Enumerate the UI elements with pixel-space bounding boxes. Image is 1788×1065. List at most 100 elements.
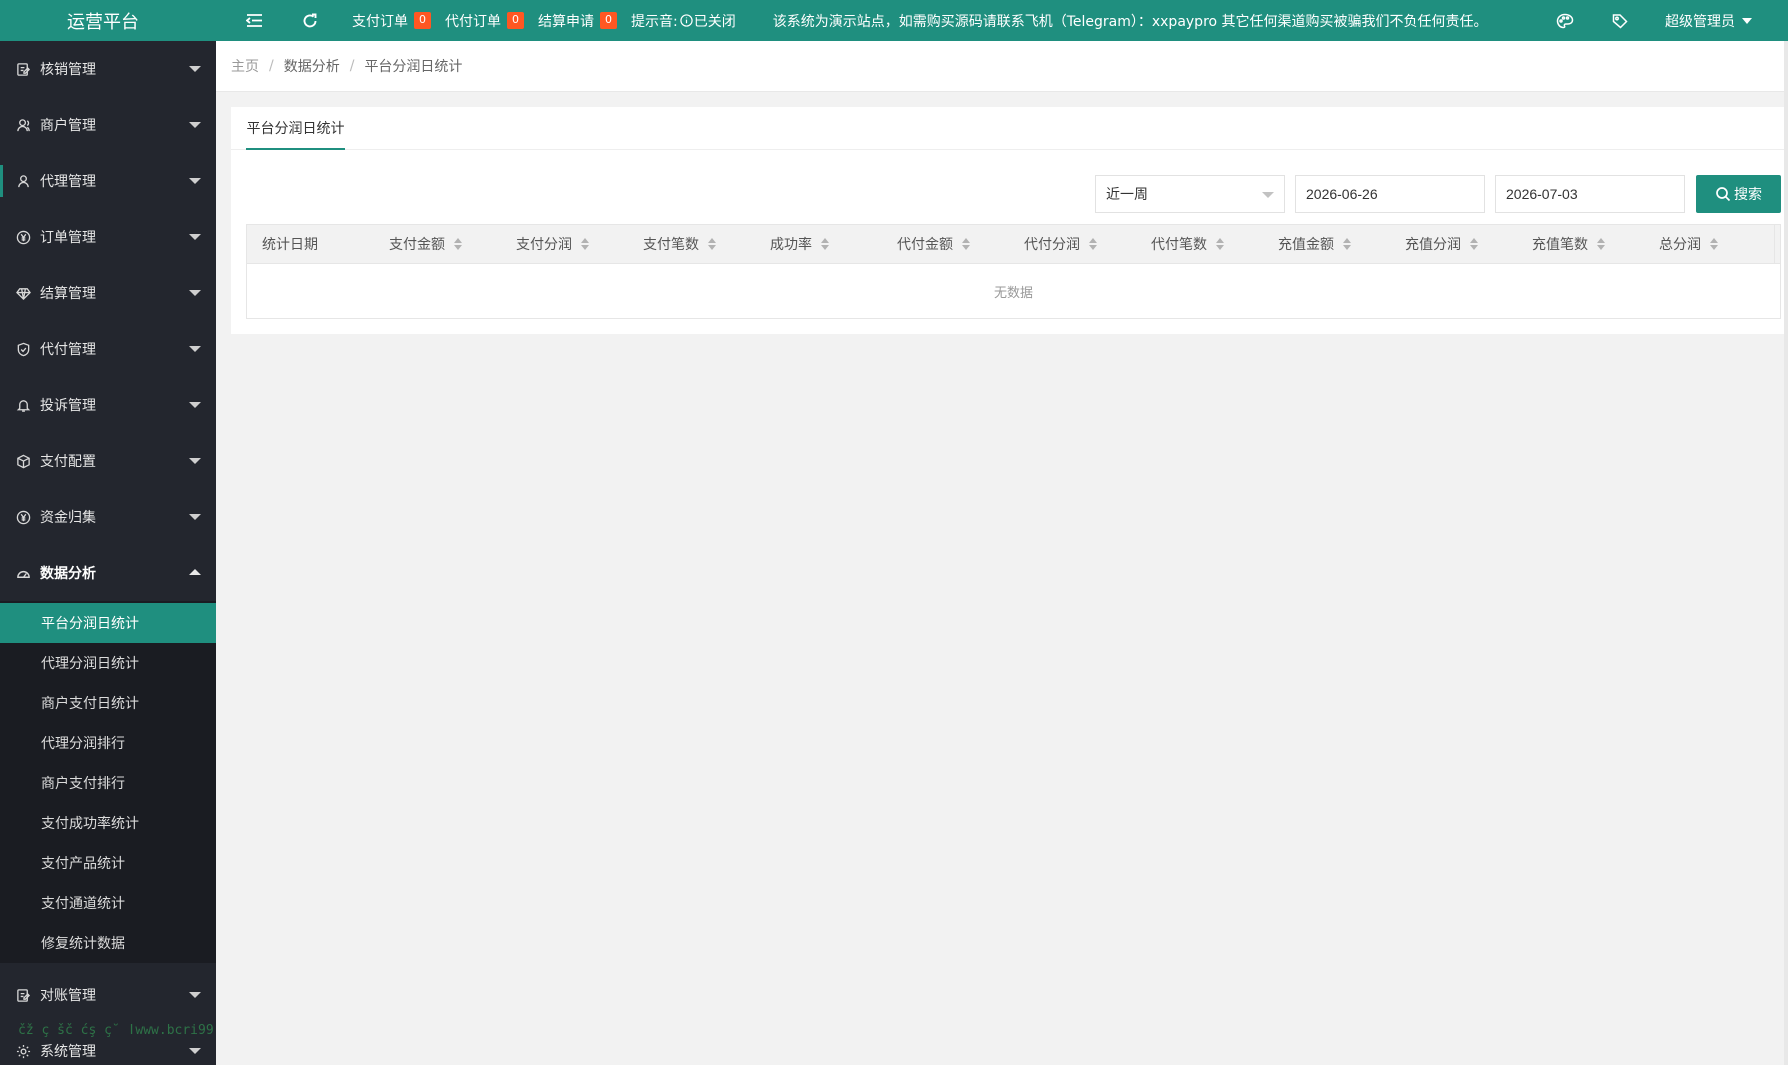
sidebar-item-reconciliation[interactable]: 对账管理: [0, 967, 216, 1023]
sidebar-menu: 核销管理 商户管理 代理管理 订单管理 结算管理 代付管理 投诉管理 支付配置 …: [0, 41, 216, 601]
column-header[interactable]: 充值金额: [1263, 234, 1390, 254]
column-header-label: 统计日期: [262, 237, 318, 253]
chevron-down-icon: [189, 402, 201, 408]
submenu-item-agent-profit-daily[interactable]: 代理分润日统计: [0, 643, 216, 683]
column-header-label: 支付笔数: [643, 237, 699, 253]
breadcrumb-data-analysis[interactable]: 数据分析: [284, 56, 340, 76]
sidebar-item-settlement[interactable]: 结算管理: [0, 265, 216, 321]
chevron-down-icon: [189, 122, 201, 128]
column-header-label: 代付笔数: [1151, 237, 1207, 253]
chevron-up-icon: [189, 569, 201, 575]
data-analysis-submenu: 平台分润日统计 代理分润日统计 商户支付日统计 代理分润排行 商户支付排行 支付…: [0, 601, 216, 963]
sort-icon[interactable]: [1343, 238, 1351, 250]
column-header[interactable]: 充值笔数: [1517, 234, 1644, 254]
sidebar-item-payout[interactable]: 代付管理: [0, 321, 216, 377]
platform-logo[interactable]: 运营平台: [0, 0, 216, 41]
sidebar-item-data-analysis[interactable]: 数据分析: [0, 545, 216, 601]
breadcrumb: 主页 / 数据分析 / 平台分润日统计: [216, 41, 1788, 92]
sidebar-item-label: 投诉管理: [40, 398, 96, 414]
chevron-down-icon: [189, 66, 201, 72]
chevron-down-icon: [189, 458, 201, 464]
sort-icon[interactable]: [1216, 238, 1224, 250]
admin-name: 超级管理员: [1665, 13, 1735, 30]
submenu-item-agent-profit-rank[interactable]: 代理分润排行: [0, 723, 216, 763]
diamond-icon: [14, 284, 32, 302]
sort-icon[interactable]: [454, 238, 462, 250]
page-scrollbar[interactable]: [1784, 41, 1788, 1065]
sort-icon[interactable]: [581, 238, 589, 250]
column-header[interactable]: 总分润: [1644, 234, 1771, 254]
column-header[interactable]: 支付金额: [374, 234, 501, 254]
submenu-item-channel-stats[interactable]: 支付通道统计: [0, 883, 216, 923]
column-header[interactable]: 代付笔数: [1136, 234, 1263, 254]
tag-icon[interactable]: [1612, 13, 1628, 29]
sort-icon[interactable]: [821, 238, 829, 250]
sound-label: 提示音:: [631, 13, 678, 30]
sidebar-item-pay-config[interactable]: 支付配置: [0, 433, 216, 489]
range-select[interactable]: 近一周: [1095, 175, 1285, 213]
sidebar-item-complaints[interactable]: 投诉管理: [0, 377, 216, 433]
range-select-value: 近一周: [1106, 187, 1148, 203]
sound-toggle[interactable]: 提示音: 已关闭: [631, 11, 736, 31]
chevron-down-icon: [189, 514, 201, 520]
edit-doc-icon: [14, 60, 32, 78]
column-header[interactable]: 充值分润: [1390, 234, 1517, 254]
pay-orders-label: 支付订单: [352, 13, 408, 30]
refresh-icon[interactable]: [302, 13, 318, 29]
sort-icon[interactable]: [1597, 238, 1605, 250]
settle-request-link[interactable]: 结算申请 0: [538, 11, 617, 31]
sidebar-item-verification[interactable]: 核销管理: [0, 41, 216, 97]
column-header-label: 充值金额: [1278, 237, 1334, 253]
column-header-label: 支付金额: [389, 237, 445, 253]
breadcrumb-separator: /: [349, 58, 355, 74]
sidebar-item-fund-collection[interactable]: 资金归集: [0, 489, 216, 545]
sort-icon[interactable]: [1710, 238, 1718, 250]
end-date-input[interactable]: [1495, 175, 1685, 213]
breadcrumb-home[interactable]: 主页: [231, 56, 259, 76]
app-root: 运营平台 核销管理 商户管理 代理管理 订单管理 结算管理 代付管理 投诉管理 …: [0, 0, 1788, 1065]
breadcrumb-current: 平台分润日统计: [364, 59, 463, 75]
payout-orders-link[interactable]: 代付订单 0: [445, 11, 524, 31]
column-header[interactable]: 代付分润: [1009, 234, 1136, 254]
sidebar-item-label: 代付管理: [40, 342, 96, 358]
empty-state-text: 无数据: [993, 286, 1033, 301]
edit-doc-icon: [14, 986, 32, 1004]
menu-toggle-icon[interactable]: [246, 13, 263, 28]
sidebar-item-label: 核销管理: [40, 62, 96, 78]
palette-icon[interactable]: [1556, 13, 1574, 29]
sort-icon[interactable]: [1089, 238, 1097, 250]
tab-platform-profit-daily[interactable]: 平台分润日统计: [246, 107, 345, 150]
sort-icon[interactable]: [708, 238, 716, 250]
sidebar-item-agents[interactable]: 代理管理: [0, 153, 216, 209]
column-header[interactable]: 支付分润: [501, 234, 628, 254]
admin-menu[interactable]: 超级管理员: [1665, 0, 1752, 41]
yen-circle-icon: [14, 508, 32, 526]
submenu-item-merchant-pay-rank[interactable]: 商户支付排行: [0, 763, 216, 803]
breadcrumb-separator: /: [269, 58, 274, 74]
sidebar-item-merchants[interactable]: 商户管理: [0, 97, 216, 153]
chevron-down-icon: [189, 290, 201, 296]
column-header-label: 总分润: [1659, 237, 1701, 253]
submenu-item-platform-profit-daily[interactable]: 平台分润日统计: [0, 603, 216, 643]
column-header[interactable]: 成功率: [755, 234, 882, 254]
sidebar: 运营平台 核销管理 商户管理 代理管理 订单管理 结算管理 代付管理 投诉管理 …: [0, 0, 216, 1065]
column-header-label: 支付分润: [516, 237, 572, 253]
sidebar-item-label: 订单管理: [40, 230, 96, 246]
column-header-label: 成功率: [770, 237, 812, 253]
search-button[interactable]: 搜索: [1696, 175, 1781, 213]
sidebar-item-label: 支付配置: [40, 454, 96, 470]
pay-orders-link[interactable]: 支付订单 0: [352, 11, 431, 31]
sort-icon[interactable]: [1470, 238, 1478, 250]
start-date-input[interactable]: [1295, 175, 1485, 213]
sort-icon[interactable]: [962, 238, 970, 250]
submenu-item-success-rate[interactable]: 支付成功率统计: [0, 803, 216, 843]
submenu-item-product-stats[interactable]: 支付产品统计: [0, 843, 216, 883]
chevron-down-icon: [189, 346, 201, 352]
column-header[interactable]: 支付笔数: [628, 234, 755, 254]
submenu-item-repair-stats[interactable]: 修复统计数据: [0, 923, 216, 963]
payout-orders-badge: 0: [507, 12, 524, 29]
column-header[interactable]: 代付金额: [882, 234, 1009, 254]
pay-orders-badge: 0: [414, 12, 431, 29]
sidebar-item-orders[interactable]: 订单管理: [0, 209, 216, 265]
submenu-item-merchant-pay-daily[interactable]: 商户支付日统计: [0, 683, 216, 723]
